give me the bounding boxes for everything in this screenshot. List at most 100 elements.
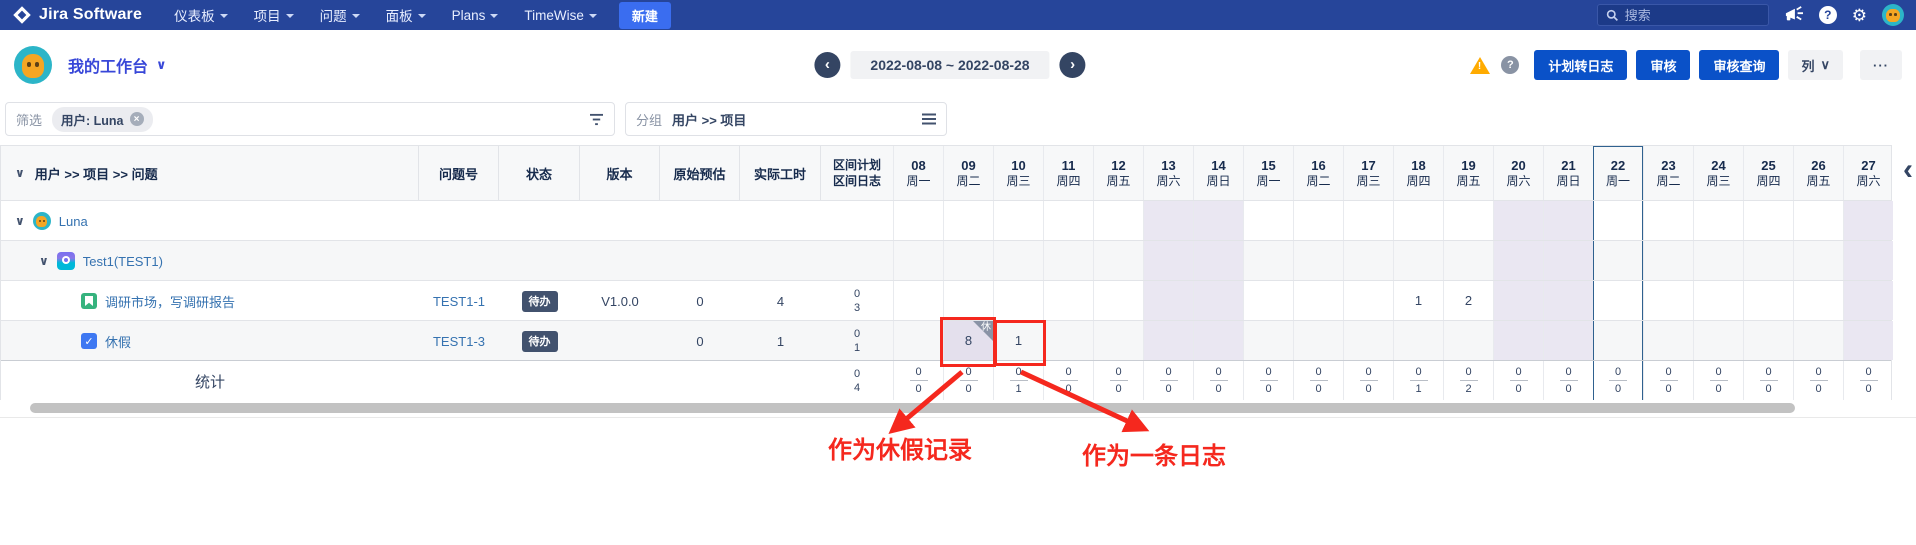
prev-period-button[interactable]: ‹: [814, 52, 840, 78]
user-row-cell-25[interactable]: [1743, 201, 1793, 240]
issue-name[interactable]: 调研市场，写调研报告: [105, 292, 235, 311]
issue-test1-3-cell-24[interactable]: [1693, 321, 1743, 360]
filter-funnel-icon[interactable]: [589, 113, 604, 126]
date-header-23[interactable]: 23周二: [1643, 146, 1693, 200]
issue-test1-1-cell-17[interactable]: [1343, 281, 1393, 320]
date-header-08[interactable]: 08周一: [893, 146, 943, 200]
issue-test1-3-cell-16[interactable]: [1293, 321, 1343, 360]
stats-cell-13[interactable]: 00: [1143, 361, 1193, 400]
project-row-cell-17[interactable]: [1343, 241, 1393, 280]
review-button[interactable]: 审核: [1636, 50, 1690, 80]
stats-cell-27[interactable]: 00: [1843, 361, 1893, 400]
group-value[interactable]: 用户 >> 项目: [672, 110, 746, 129]
issue-test1-3-cell-27[interactable]: [1843, 321, 1893, 360]
stats-cell-19[interactable]: 02: [1443, 361, 1493, 400]
issue-key[interactable]: TEST1-1: [419, 281, 499, 321]
user-row-cell-12[interactable]: [1093, 201, 1143, 240]
project-row-cell-25[interactable]: [1743, 241, 1793, 280]
user-row-cell-16[interactable]: [1293, 201, 1343, 240]
user-row-cell-27[interactable]: [1843, 201, 1893, 240]
issue-test1-3-cell-25[interactable]: [1743, 321, 1793, 360]
issue-test1-1-cell-08[interactable]: [893, 281, 943, 320]
stats-cell-12[interactable]: 00: [1093, 361, 1143, 400]
project-row-cell-22[interactable]: [1593, 241, 1643, 280]
project-row-cell-13[interactable]: [1143, 241, 1193, 280]
user-row-cell-14[interactable]: [1193, 201, 1243, 240]
jira-logo[interactable]: Jira Software: [12, 5, 142, 25]
issue-test1-3-cell-21[interactable]: [1543, 321, 1593, 360]
page-title-dropdown[interactable]: 我的工作台 ∨: [68, 53, 167, 77]
user-name[interactable]: Luna: [59, 214, 88, 229]
date-header-25[interactable]: 25周四: [1743, 146, 1793, 200]
date-header-27[interactable]: 27周六: [1843, 146, 1893, 200]
user-row-cell-09[interactable]: [943, 201, 993, 240]
issue-test1-3-cell-13[interactable]: [1143, 321, 1193, 360]
date-header-19[interactable]: 19周五: [1443, 146, 1493, 200]
stats-cell-26[interactable]: 00: [1793, 361, 1843, 400]
date-header-13[interactable]: 13周六: [1143, 146, 1193, 200]
project-row-cell-26[interactable]: [1793, 241, 1843, 280]
chip-remove-icon[interactable]: ×: [130, 112, 144, 126]
user-row-cell-22[interactable]: [1593, 201, 1643, 240]
nav-item-5[interactable]: TimeWise: [524, 8, 597, 23]
user-tree-cell[interactable]: ∨ Luna: [1, 201, 419, 241]
issue-test1-1-cell-22[interactable]: [1593, 281, 1643, 320]
create-button[interactable]: 新建: [619, 2, 671, 29]
date-header-26[interactable]: 26周五: [1793, 146, 1843, 200]
project-tree-cell[interactable]: ∨Test1(TEST1): [1, 241, 419, 281]
project-row-cell-16[interactable]: [1293, 241, 1343, 280]
stats-cell-15[interactable]: 00: [1243, 361, 1293, 400]
date-range-label[interactable]: 2022-08-08 ~ 2022-08-28: [850, 51, 1049, 79]
issue-test1-1-cell-13[interactable]: [1143, 281, 1193, 320]
project-row-cell-10[interactable]: [993, 241, 1043, 280]
user-row-cell-11[interactable]: [1043, 201, 1093, 240]
issue-test1-1-cell-19[interactable]: 2: [1443, 281, 1493, 320]
project-row-cell-09[interactable]: [943, 241, 993, 280]
project-row-cell-27[interactable]: [1843, 241, 1893, 280]
date-header-17[interactable]: 17周三: [1343, 146, 1393, 200]
date-header-09[interactable]: 09周二: [943, 146, 993, 200]
issue-tree-cell[interactable]: 调研市场，写调研报告: [1, 281, 419, 321]
date-header-16[interactable]: 16周二: [1293, 146, 1343, 200]
issue-test1-3-cell-23[interactable]: [1643, 321, 1693, 360]
user-row-cell-17[interactable]: [1343, 201, 1393, 240]
help-gray-icon[interactable]: ?: [1501, 56, 1519, 74]
project-row-cell-12[interactable]: [1093, 241, 1143, 280]
plan-to-log-button[interactable]: 计划转日志: [1534, 50, 1627, 80]
help-icon[interactable]: ?: [1819, 6, 1837, 24]
user-row-cell-13[interactable]: [1143, 201, 1193, 240]
chevron-down-icon[interactable]: ∨: [15, 166, 25, 180]
user-row-cell-15[interactable]: [1243, 201, 1293, 240]
issue-test1-1-cell-14[interactable]: [1193, 281, 1243, 320]
issue-test1-3-cell-08[interactable]: [893, 321, 943, 360]
issue-test1-1-cell-26[interactable]: [1793, 281, 1843, 320]
issue-test1-3-cell-12[interactable]: [1093, 321, 1143, 360]
issue-test1-1-cell-20[interactable]: [1493, 281, 1543, 320]
user-row-cell-24[interactable]: [1693, 201, 1743, 240]
stats-cell-22[interactable]: 00: [1593, 361, 1643, 400]
issue-name[interactable]: 休假: [105, 332, 131, 351]
chevron-down-icon[interactable]: ∨: [15, 214, 25, 228]
project-row-cell-11[interactable]: [1043, 241, 1093, 280]
user-avatar[interactable]: [1882, 4, 1904, 26]
date-header-20[interactable]: 20周六: [1493, 146, 1543, 200]
project-row-cell-23[interactable]: [1643, 241, 1693, 280]
user-row-cell-10[interactable]: [993, 201, 1043, 240]
settings-gear-icon[interactable]: ⚙: [1852, 7, 1867, 24]
date-header-14[interactable]: 14周日: [1193, 146, 1243, 200]
warning-icon[interactable]: !: [1470, 57, 1490, 74]
nav-item-3[interactable]: 面板: [386, 5, 426, 25]
megaphone-icon[interactable]: [1784, 6, 1804, 24]
stats-cell-10[interactable]: 01: [993, 361, 1043, 400]
more-button[interactable]: ···: [1860, 50, 1902, 80]
stats-cell-20[interactable]: 00: [1493, 361, 1543, 400]
issue-test1-1-cell-24[interactable]: [1693, 281, 1743, 320]
stats-cell-21[interactable]: 00: [1543, 361, 1593, 400]
columns-button[interactable]: 列∨: [1788, 50, 1843, 80]
stats-cell-08[interactable]: 00: [893, 361, 943, 400]
tree-header-cell[interactable]: ∨用户 >> 项目 >> 问题: [1, 146, 419, 200]
issue-test1-3-cell-15[interactable]: [1243, 321, 1293, 360]
issue-test1-1-cell-12[interactable]: [1093, 281, 1143, 320]
date-header-24[interactable]: 24周三: [1693, 146, 1743, 200]
date-header-15[interactable]: 15周一: [1243, 146, 1293, 200]
